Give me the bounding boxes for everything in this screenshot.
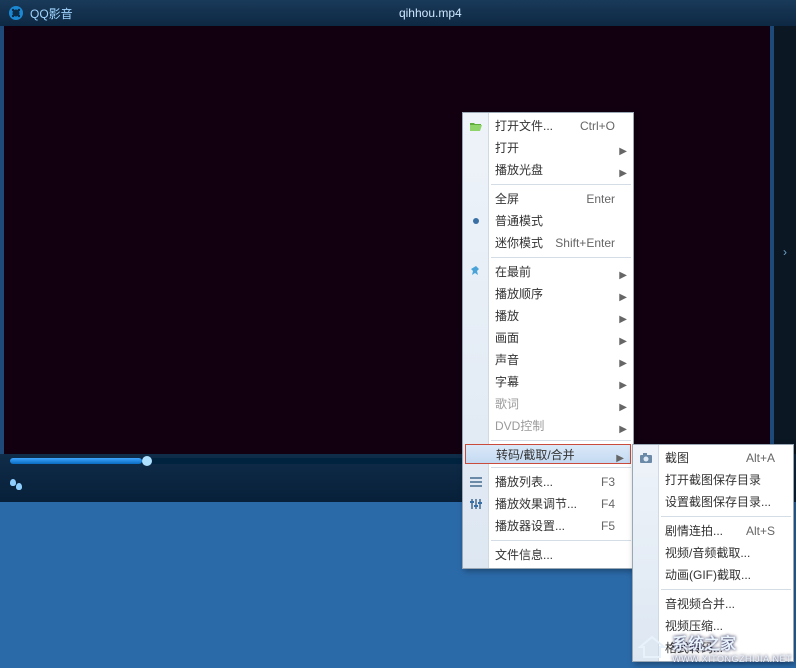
house-icon xyxy=(638,635,666,659)
submenu-av-merge[interactable]: 音视频合并... xyxy=(633,593,793,615)
menu-fullscreen[interactable]: 全屏Enter xyxy=(463,188,633,210)
menu-play-order[interactable]: 播放顺序▶ xyxy=(463,283,633,305)
chevron-right-icon: ▶ xyxy=(616,449,624,469)
menu-open[interactable]: 打开▶ xyxy=(463,137,633,159)
menu-on-top[interactable]: 在最前▶ xyxy=(463,261,633,283)
submenu-open-screenshot-dir[interactable]: 打开截图保存目录 xyxy=(633,469,793,491)
menu-separator xyxy=(491,440,631,441)
list-icon xyxy=(467,473,485,491)
title-bar: QQ影音 qihhou.mp4 xyxy=(0,0,796,26)
watermark-text: 系统之家 xyxy=(672,630,792,654)
menu-separator xyxy=(491,540,631,541)
menu-normal-mode[interactable]: 普通模式 xyxy=(463,210,633,232)
menu-lyrics: 歌词▶ xyxy=(463,393,633,415)
submenu-burst-capture[interactable]: 剧情连拍...Alt+S xyxy=(633,520,793,542)
context-menu: 打开文件... Ctrl+O 打开▶ 播放光盘▶ 全屏Enter 普通模式 迷你… xyxy=(462,112,634,569)
app-name: QQ影音 xyxy=(30,5,73,22)
file-title: qihhou.mp4 xyxy=(73,6,788,20)
folder-open-icon xyxy=(467,117,485,135)
camera-icon xyxy=(637,449,655,467)
submenu-screenshot[interactable]: 截图Alt+A xyxy=(633,447,793,469)
menu-sound[interactable]: 声音▶ xyxy=(463,349,633,371)
menu-separator xyxy=(491,184,631,185)
submenu-gif-capture[interactable]: 动画(GIF)截取... xyxy=(633,564,793,586)
menu-picture[interactable]: 画面▶ xyxy=(463,327,633,349)
video-viewport[interactable] xyxy=(4,26,770,478)
submenu-av-clip[interactable]: 视频/音频截取... xyxy=(633,542,793,564)
footprint-icon[interactable] xyxy=(8,477,24,493)
menu-effects[interactable]: 播放效果调节...F4 xyxy=(463,493,633,515)
submenu-set-screenshot-dir[interactable]: 设置截图保存目录... xyxy=(633,491,793,513)
menu-play-disc[interactable]: 播放光盘▶ xyxy=(463,159,633,181)
chevron-right-icon: ▶ xyxy=(619,163,627,185)
menu-mini-mode[interactable]: 迷你模式Shift+Enter xyxy=(463,232,633,254)
chevron-right-icon: › xyxy=(783,245,787,259)
menu-subtitle[interactable]: 字幕▶ xyxy=(463,371,633,393)
menu-open-file[interactable]: 打开文件... Ctrl+O xyxy=(463,115,633,137)
playlist-panel-collapsed[interactable]: › xyxy=(774,26,796,478)
menu-play[interactable]: 播放▶ xyxy=(463,305,633,327)
progress-knob[interactable] xyxy=(142,456,152,466)
menu-playlist[interactable]: 播放列表...F3 xyxy=(463,471,633,493)
watermark: 系统之家 WWW.XITONGZHIJIA.NET xyxy=(638,630,792,664)
menu-transcode-capture-merge[interactable]: 转码/截取/合并▶ xyxy=(465,444,631,464)
menu-separator xyxy=(661,516,791,517)
pin-icon xyxy=(467,263,485,281)
progress-fill xyxy=(10,458,142,464)
menu-separator xyxy=(491,257,631,258)
menu-settings[interactable]: 播放器设置...F5 xyxy=(463,515,633,537)
sliders-icon xyxy=(467,495,485,513)
watermark-url: WWW.XITONGZHIJIA.NET xyxy=(672,654,792,664)
app-logo-icon xyxy=(8,5,24,21)
menu-separator xyxy=(661,589,791,590)
menu-file-info[interactable]: 文件信息... xyxy=(463,544,633,566)
menu-separator xyxy=(491,467,631,468)
dot-icon xyxy=(467,212,485,230)
chevron-right-icon: ▶ xyxy=(619,419,627,441)
menu-dvd-control: DVD控制▶ xyxy=(463,415,633,437)
